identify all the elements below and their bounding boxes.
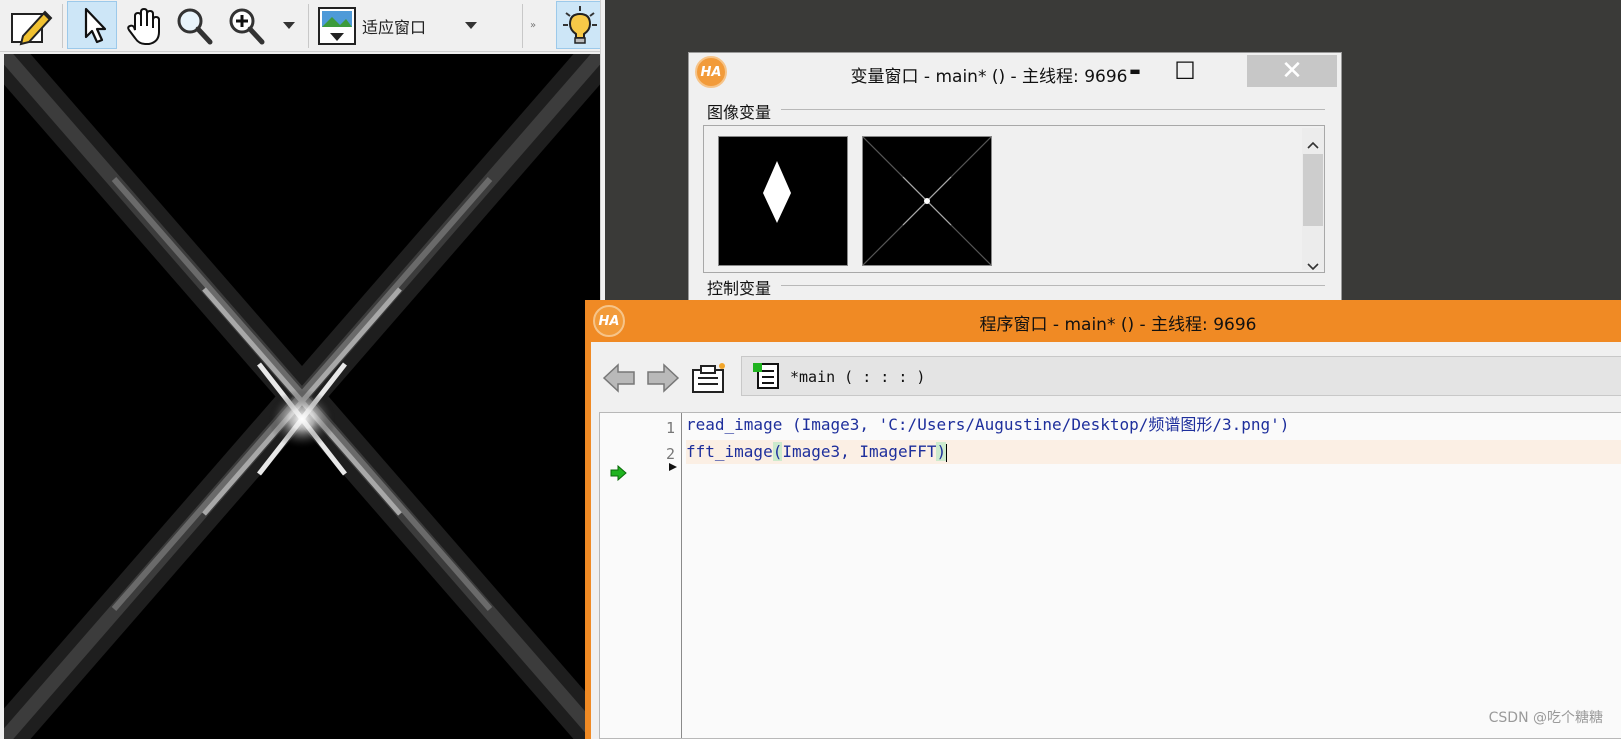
code-line-2[interactable]: fft_image(Image3, ImageFFT): [686, 440, 1621, 464]
open-paren: (: [772, 442, 783, 461]
image-variables-panel: [703, 125, 1325, 273]
image-thumbnail-image3[interactable]: [718, 136, 848, 266]
program-window-title: 程序窗口 - main* () - 主线程: 9696: [979, 315, 1257, 335]
maximize-icon[interactable]: ☐: [1163, 55, 1207, 87]
tab-main[interactable]: *main ( : : : ): [741, 356, 1621, 396]
tab-main-label: *main ( : : : ): [790, 368, 926, 386]
image-display-canvas[interactable]: [4, 54, 600, 739]
back-arrow-icon[interactable]: [601, 360, 637, 396]
procedure-clipboard-icon[interactable]: [689, 358, 729, 398]
program-counter-arrow-icon: [610, 464, 628, 485]
text-caret: [946, 443, 948, 462]
code-fn: fft_image: [686, 442, 773, 461]
fft-spectrum-image: [4, 54, 600, 739]
code-line-1[interactable]: read_image (Image3, 'C:/Users/Augustine/…: [686, 413, 1621, 437]
magnifier-icon[interactable]: [170, 4, 218, 48]
program-window: HA 程序窗口 - main* () - 主线程: 9696 *main (:…: [585, 300, 1621, 739]
insert-cursor-marker-icon: [668, 457, 678, 476]
image-thumbnail-imagefft[interactable]: [862, 136, 992, 266]
control-group-line: [781, 285, 1325, 286]
control-variables-label: 控制变量: [707, 275, 776, 299]
image-panel-scrollbar[interactable]: [1302, 128, 1324, 271]
toolbar-overflow-icon[interactable]: »: [524, 14, 542, 36]
watermark: CSDN @吃个糖糖: [1488, 710, 1603, 726]
procedure-icon: [752, 361, 782, 395]
zoom-mode-chevron-icon[interactable]: [462, 16, 480, 36]
hand-pan-icon[interactable]: [120, 4, 168, 48]
graphics-window: 适应窗口 »: [0, 0, 605, 739]
fit-window-icon[interactable]: [314, 4, 360, 48]
close-paren: ): [936, 442, 947, 461]
program-window-body: *main ( : : : ) 1 2 read_image (Image3, …: [591, 342, 1621, 739]
program-window-titlebar[interactable]: HA 程序窗口 - main* () - 主线程: 9696: [585, 300, 1621, 342]
image-group-line: [781, 109, 1325, 110]
minimize-icon[interactable]: ▬: [1115, 55, 1155, 87]
edit-pencil-icon[interactable]: [6, 4, 56, 48]
image-variables-label: 图像变量: [707, 99, 776, 123]
code-args: Image3, ImageFFT: [782, 442, 937, 461]
pointer-icon[interactable]: [67, 1, 117, 49]
graphics-toolbar: 适应窗口 »: [0, 0, 605, 52]
scrollbar-thumb[interactable]: [1303, 154, 1323, 226]
zoom-dropdown-chevron-icon[interactable]: [280, 16, 298, 36]
line-number: 1: [665, 419, 675, 437]
code-editor[interactable]: 1 2 read_image (Image3, 'C:/Users/August…: [599, 412, 1621, 739]
scroll-down-icon[interactable]: [1307, 256, 1319, 275]
scroll-up-icon[interactable]: [1307, 134, 1319, 153]
variable-window: HA 变量窗口 - main* () - 主线程: 9696 ▬ ☐ ✕ 图像变…: [688, 52, 1342, 302]
zoom-in-icon[interactable]: [222, 4, 270, 48]
forward-arrow-icon[interactable]: [645, 360, 681, 396]
lightbulb-icon[interactable]: [556, 1, 604, 49]
zoom-mode-label[interactable]: 适应窗口: [362, 14, 426, 38]
variable-window-titlebar[interactable]: HA 变量窗口 - main* () - 主线程: 9696 ▬ ☐ ✕: [689, 53, 1341, 91]
close-icon[interactable]: ✕: [1247, 55, 1337, 87]
line-number-gutter: 1 2: [600, 413, 682, 738]
